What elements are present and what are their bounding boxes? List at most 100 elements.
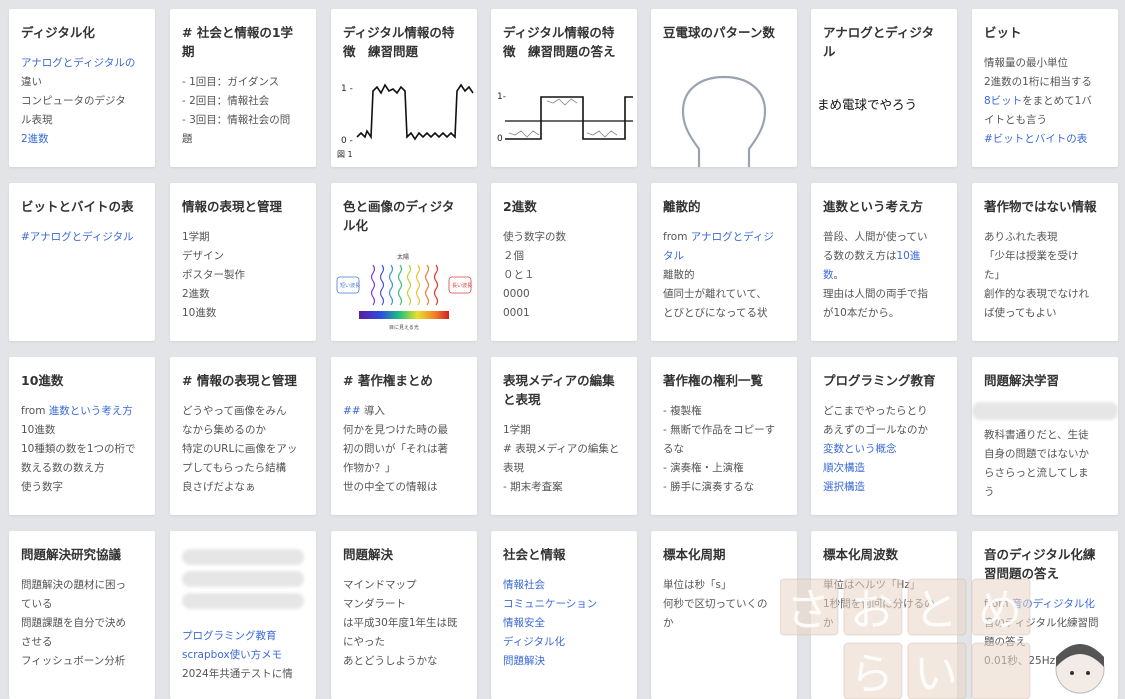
description-link[interactable]: #ビットとバイトの表 bbox=[984, 133, 1087, 145]
description-text: - 3回目：情報社会の問 bbox=[182, 114, 291, 126]
description-link[interactable]: 10進 bbox=[897, 250, 921, 262]
description-line: 音のディジタル化練習問 bbox=[984, 614, 1106, 633]
page-card[interactable]: 問題解決 マインドマップ マンダラート は平成30年度1年生は既 にやった あとどうしよう… bbox=[331, 531, 477, 699]
description-link[interactable]: アナログとディジ bbox=[691, 231, 774, 243]
description-line: 2進数の1桁に相当する bbox=[984, 73, 1106, 92]
description-text: う bbox=[984, 486, 995, 498]
card-title: 色と画像のディジタル化 bbox=[343, 199, 455, 233]
description-line: させる bbox=[21, 633, 143, 652]
page-card[interactable]: # 著作権まとめ ## 導入 何かを見つけた時の最 初の問いが「それは著 作物か？」 世の… bbox=[331, 357, 477, 515]
card-title: 問題解決研究協議 bbox=[21, 547, 122, 562]
description-text: 2024年共通テストに情 bbox=[182, 668, 293, 680]
description-link[interactable]: 2進数 bbox=[21, 133, 49, 145]
description-text: 音のディジタル化練習問 bbox=[984, 617, 1099, 629]
card-title: ディジタル情報の特徴 練習問題の答え bbox=[503, 25, 616, 59]
page-card[interactable]: ビット 情報量の最小単位 2進数の1桁に相当する 8ビットをまとめて1バ イトとも言う #… bbox=[972, 9, 1118, 167]
page-card[interactable]: 著作権の権利一覧 - 複製権 - 無断で作品をコピーす るな - 演奏権・上演権 - 勝手… bbox=[651, 357, 797, 515]
description-link[interactable]: 情報社会 bbox=[503, 579, 545, 591]
description-text: - 2回目：情報社会 bbox=[182, 95, 270, 107]
page-card[interactable]: 進数という考え方 普段、人間が使ってい る数の数え方は10進 数。 理由は人間の両手で指… bbox=[811, 183, 957, 341]
description-line: 創作的な表現でなけれ bbox=[984, 285, 1106, 304]
description-line: 何かを見つけた時の最 bbox=[343, 421, 465, 440]
description-text: にやった bbox=[343, 636, 385, 648]
page-card[interactable]: アナログとディジタル まめ電球でやろう bbox=[811, 9, 957, 167]
description-link[interactable]: ディジタル化 bbox=[503, 636, 565, 648]
page-card[interactable]: 情報の表現と管理 1学期 デザイン ポスター製作 2進数 10進数 bbox=[170, 183, 316, 341]
description-line: 値同士が離れていて、 bbox=[663, 285, 785, 304]
description-link[interactable]: プログラミング教育 bbox=[182, 630, 277, 642]
description-line: 0.01秒、25Hz、 bbox=[984, 652, 1106, 671]
description-line: 作物か？」 bbox=[343, 459, 465, 478]
page-card[interactable]: 色と画像のディジタル化 太陽 短い波長 長い波長 目に見える光 bbox=[331, 183, 477, 341]
description-text: - 複製権 bbox=[663, 405, 702, 417]
page-card[interactable]: 離散的 from アナログとディジ タル 離散的 値同士が離れていて、 とびとびになってる… bbox=[651, 183, 797, 341]
description-text: 1秒間を何回に分けるの bbox=[823, 598, 935, 610]
page-card[interactable]: 10進数 from 進数という考え方 10進数 10種類の数を1つの桁で 数える数の数え… bbox=[9, 357, 155, 515]
description-link[interactable]: 8ビット bbox=[984, 95, 1022, 107]
description-link[interactable]: 順次構造 bbox=[823, 462, 865, 474]
page-card[interactable]: # 情報の表現と管理 どうやって画像をみん なから集めるのか 特定のURLに画像をアッ… bbox=[170, 357, 316, 515]
description-line: イトとも言う bbox=[984, 111, 1106, 130]
description-line: どうやって画像をみん bbox=[182, 402, 304, 421]
page-card[interactable]: 豆電球のパターン数 bbox=[651, 9, 797, 167]
description-link[interactable]: 音のディジタル化 bbox=[1012, 598, 1095, 610]
description-line: 順次構造 bbox=[823, 459, 945, 478]
description-link[interactable]: 情報安全 bbox=[503, 617, 545, 629]
page-card[interactable]: 標本化周波数単位はヘルツ「Hz」 1秒間を何回に分けるのか bbox=[811, 531, 957, 699]
description-text: - 期末考査案 bbox=[503, 481, 563, 493]
page-card[interactable]: ビットとバイトの表 #アナログとディジタル bbox=[9, 183, 155, 341]
page-card[interactable]: 社会と情報 情報社会 コミュニケーション 情報安全 ディジタル化 問題解決 bbox=[491, 531, 637, 699]
blurred-title-line bbox=[182, 593, 304, 609]
description-line: ２個 bbox=[503, 247, 625, 266]
description-text: デザイン bbox=[182, 250, 224, 262]
card-title: プログラミング教育 bbox=[823, 373, 936, 388]
description-text: 理由は人間の両手で指 bbox=[823, 288, 928, 300]
page-card[interactable]: 問題解決学習 教科書通りだと、生徒 自身の問題ではないか らさらっと流してしまう bbox=[972, 357, 1118, 515]
description-line: ル表現 bbox=[21, 111, 143, 130]
page-card[interactable]: ディジタル化 アナログとディジタルの 違い コンピュータのデジタ ル表現 2進数 bbox=[9, 9, 155, 167]
description-line: scrapbox使い方メモ bbox=[182, 646, 304, 665]
description-link[interactable]: コミュニケーション bbox=[503, 598, 597, 610]
description-line: 普段、人間が使ってい bbox=[823, 228, 945, 247]
page-card[interactable]: プログラミング教育 scrapbox使い方メモ 2024年共通テストに情 bbox=[170, 531, 316, 699]
description-line: 何秒で区切っていくの bbox=[663, 595, 785, 614]
description-text: らさらっと流してしま bbox=[984, 467, 1089, 479]
description-text: なから集めるのか bbox=[182, 424, 266, 436]
description-link[interactable]: 進数という考え方 bbox=[49, 405, 133, 417]
page-card[interactable]: 音のディジタル化練習問題の答え from 音のディジタル化 音のディジタル化練習問題… bbox=[972, 531, 1118, 699]
description-link[interactable]: scrapbox使い方メモ bbox=[182, 649, 282, 661]
description-line: は平成30年度1年生は既 bbox=[343, 614, 465, 633]
page-card[interactable]: 標本化周期 単位は秒「s」 何秒で区切っていくのか bbox=[651, 531, 797, 699]
page-card[interactable]: ディジタル情報の特徴 練習問題の答え 1- 0 bbox=[491, 9, 637, 167]
description-text: 単位は秒「s」 bbox=[663, 579, 732, 591]
description-text: とびとびになってる状 bbox=[663, 307, 768, 319]
description-line: なから集めるのか bbox=[182, 421, 304, 440]
description-line: にやった bbox=[343, 633, 465, 652]
description-link[interactable]: #アナログとディジタル bbox=[21, 231, 134, 243]
description-link[interactable]: 選択構造 bbox=[823, 481, 865, 493]
description-link[interactable]: 問題解決 bbox=[503, 655, 545, 667]
description-line: 1学期 bbox=[182, 228, 304, 247]
page-card[interactable]: # 社会と情報の1学期 - 1回目：ガイダンス - 2回目：情報社会 - 3回目：情報… bbox=[170, 9, 316, 167]
card-description: 単位はヘルツ「Hz」 1秒間を何回に分けるのか bbox=[823, 576, 945, 633]
description-text: - 勝手に演奏するな bbox=[663, 481, 755, 493]
description-line: 教科書通りだと、生徒 bbox=[984, 426, 1106, 445]
description-link[interactable]: タル bbox=[663, 250, 684, 262]
page-card[interactable]: 著作物ではない情報 ありふれた表現 「少年は授業を受け た」 創作的な表現でなけれ ば使っ… bbox=[972, 183, 1118, 341]
page-card[interactable]: 2進数 使う数字の数 ２個 ０と１ 0000 0001 bbox=[491, 183, 637, 341]
description-text: 表現 bbox=[503, 462, 524, 474]
card-title: 2進数 bbox=[503, 199, 537, 214]
page-card[interactable]: 問題解決研究協議 問題解決の題材に困っ ている 問題課題を自分で決め させる フィッシュボ… bbox=[9, 531, 155, 699]
description-link[interactable]: 変数という概念 bbox=[823, 443, 897, 455]
card-title: 音のディジタル化練習問題の答え bbox=[984, 547, 1096, 581]
description-link[interactable]: アナログとディジタルの bbox=[21, 57, 135, 69]
page-card[interactable]: プログラミング教育 どこまでやったらとり あえずのゴールなのか 変数という概念 順次構造… bbox=[811, 357, 957, 515]
card-description: 情報社会コミュニケーション 情報安全ディジタル化 問題解決 bbox=[503, 576, 625, 671]
page-card[interactable]: 表現メディアの編集と表現 1学期 # 表現メディアの編集と 表現 - 期末考査案 bbox=[491, 357, 637, 515]
description-link[interactable]: 数 bbox=[823, 269, 834, 281]
card-title: 標本化周波数 bbox=[823, 547, 899, 562]
description-line: コンピュータのデジタ bbox=[21, 92, 143, 111]
page-card[interactable]: ディジタル情報の特徴 練習問題 1 - 0 - 図 1 bbox=[331, 9, 477, 167]
description-link[interactable]: ## bbox=[343, 405, 361, 417]
svg-text:1 -: 1 - bbox=[341, 84, 353, 94]
